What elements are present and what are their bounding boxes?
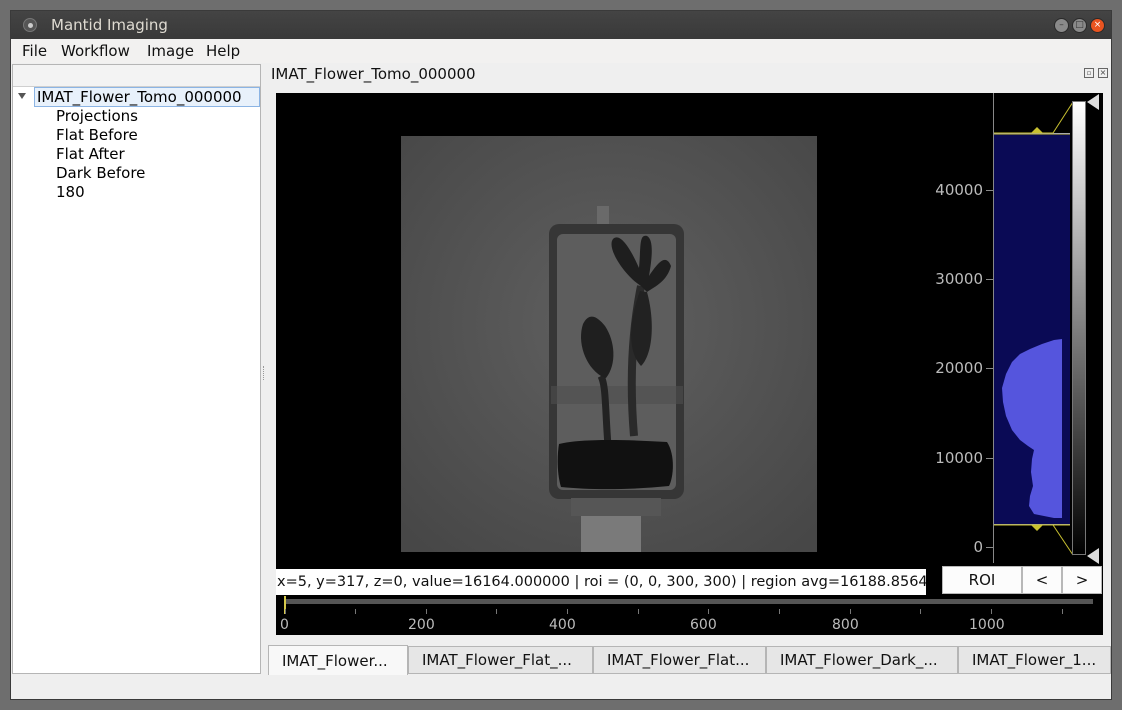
projection-image[interactable] [401, 136, 817, 552]
colormap-gradient[interactable] [1072, 101, 1086, 555]
timeline-tick [779, 609, 780, 614]
timeline-track[interactable] [285, 599, 1093, 604]
timeline-tick [426, 609, 427, 614]
menu-workflow[interactable]: Workflow [61, 42, 130, 60]
tree-item-dark-before[interactable]: Dark Before [56, 164, 145, 182]
previous-button[interactable]: < [1022, 566, 1062, 594]
histogram-tick-label: 0 [973, 538, 983, 556]
tree-header [13, 65, 260, 87]
histogram-tick-label: 30000 [935, 270, 983, 288]
gradient-top-handle-icon[interactable] [1087, 94, 1099, 110]
expand-arrow-icon[interactable] [18, 93, 26, 99]
timeline-tick-label: 800 [832, 617, 859, 633]
close-button[interactable]: × [1090, 18, 1105, 33]
gradient-bottom-handle-icon[interactable] [1087, 548, 1099, 564]
histogram-tick-label: 20000 [935, 359, 983, 377]
app-icon [23, 18, 37, 32]
window-title: Mantid Imaging [51, 16, 168, 34]
menu-bar: File Workflow Image Help [11, 39, 1111, 63]
title-bar: Mantid Imaging – □ × [11, 11, 1111, 39]
roi-button[interactable]: ROI [942, 566, 1022, 594]
image-viewer[interactable]: 40000 30000 20000 10000 0 [276, 93, 1103, 635]
dataset-tree-panel: IMAT_Flower_Tomo_000000 Projections Flat… [12, 64, 261, 674]
next-button[interactable]: > [1062, 566, 1102, 594]
main-window: Mantid Imaging – □ × File Workflow Image… [10, 10, 1112, 700]
timeline-tick [355, 609, 356, 614]
tab-flower-dark-before[interactable]: IMAT_Flower_Dark_... [766, 646, 958, 674]
timeline-tick [991, 609, 992, 614]
timeline-tick-label: 600 [690, 617, 717, 633]
menu-file[interactable]: File [22, 42, 47, 60]
timeline-tick [567, 609, 568, 614]
timeline-tick-label: 1000 [969, 617, 1005, 633]
tree-item-flat-after[interactable]: Flat After [56, 145, 125, 163]
timeline-tick-label: 400 [549, 617, 576, 633]
status-bar [11, 679, 1111, 699]
timeline-tick [638, 609, 639, 614]
maximize-button[interactable]: □ [1072, 18, 1087, 33]
timeline-tick [496, 609, 497, 614]
tree-item-projections[interactable]: Projections [56, 107, 138, 125]
pixel-info-readout: x=5, y=317, z=0, value=16164.000000 | ro… [276, 569, 926, 595]
tab-flower-flat-after[interactable]: IMAT_Flower_Flat... [593, 646, 766, 674]
level-lines [994, 101, 1074, 556]
tree-item-dataset[interactable]: IMAT_Flower_Tomo_000000 [34, 87, 260, 107]
tab-flower-tomo[interactable]: IMAT_Flower... [268, 645, 408, 675]
histogram-tick-label: 40000 [935, 181, 983, 199]
timeline-tick [285, 609, 286, 614]
timeline-tick [1062, 609, 1063, 614]
panel-splitter[interactable] [263, 366, 266, 380]
timeline-tick-label: 0 [280, 617, 289, 633]
menu-image[interactable]: Image [147, 42, 194, 60]
histogram-tick-label: 10000 [935, 449, 983, 467]
tree-item-flat-before[interactable]: Flat Before [56, 126, 138, 144]
projection-timeline[interactable]: 0 200 400 600 800 1000 [276, 595, 1103, 635]
stack-tabs: IMAT_Flower... IMAT_Flower_Flat_... IMAT… [268, 645, 1111, 675]
stack-window-title: IMAT_Flower_Tomo_000000 [271, 65, 476, 83]
tab-flower-flat-before[interactable]: IMAT_Flower_Flat_... [408, 646, 593, 674]
menu-help[interactable]: Help [206, 42, 240, 60]
minimize-button[interactable]: – [1054, 18, 1069, 33]
close-stack-icon[interactable]: × [1098, 68, 1108, 78]
timeline-tick [708, 609, 709, 614]
tab-flower-180[interactable]: IMAT_Flower_1... [958, 646, 1111, 674]
float-icon[interactable]: ▫ [1084, 68, 1094, 78]
timeline-tick [850, 609, 851, 614]
tree-item-180[interactable]: 180 [56, 183, 85, 201]
timeline-tick [920, 609, 921, 614]
timeline-tick-label: 200 [408, 617, 435, 633]
